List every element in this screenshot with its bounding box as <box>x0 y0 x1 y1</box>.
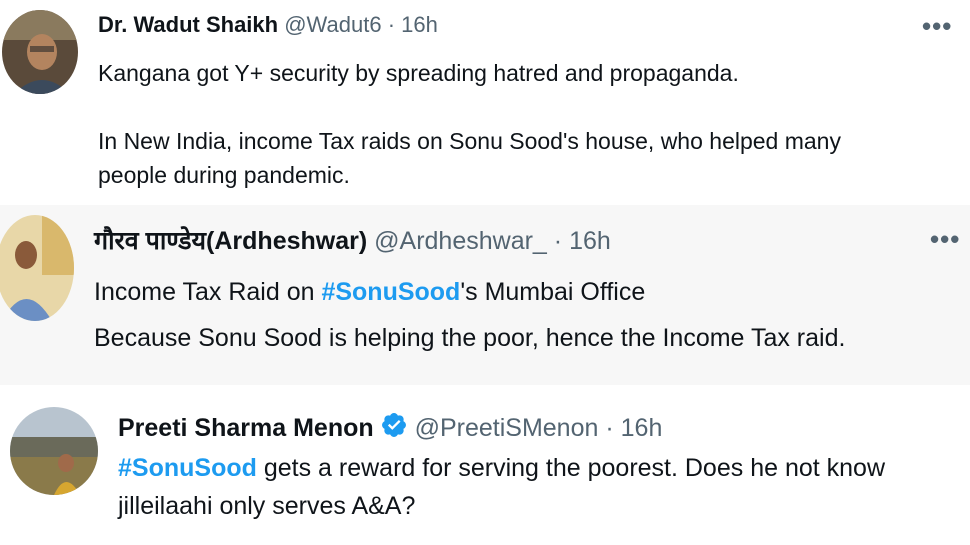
tweet-ardheshwar[interactable]: गौरव पाण्डेय(Ardheshwar) @Ardheshwar_ · … <box>0 205 970 385</box>
separator-dot: · <box>605 414 614 442</box>
avatar[interactable] <box>10 407 98 495</box>
tweet-wadut-shaikh[interactable]: Dr. Wadut Shaikh @Wadut6 · 16h ••• Kanga… <box>0 0 970 205</box>
avatar[interactable] <box>2 10 78 94</box>
tweet-line: Because Sonu Sood is helping the poor, h… <box>94 324 846 352</box>
tweet-line: In New India, income Tax raids on Sonu S… <box>98 128 841 154</box>
tweet-header: गौरव पाण्डेय(Ardheshwar) @Ardheshwar_ · … <box>94 223 611 257</box>
verified-badge-icon <box>380 411 408 446</box>
separator-dot: · <box>553 227 563 255</box>
author-handle[interactable]: @PreetiSMenon <box>415 414 599 442</box>
author-name[interactable]: गौरव पाण्डेय(Ardheshwar) <box>94 227 367 255</box>
tweet-line: #SonuSood gets a reward for serving the … <box>118 449 885 487</box>
timestamp[interactable]: 16h <box>621 414 663 442</box>
tweet-text: #SonuSood gets a reward for serving the … <box>118 449 885 525</box>
hashtag-link[interactable]: #SonuSood <box>118 454 257 482</box>
tweet-preeti-sharma-menon[interactable]: Preeti Sharma Menon @PreetiSMenon · 16h … <box>0 385 970 545</box>
more-options-icon[interactable]: ••• <box>922 13 952 39</box>
tweet-line: people during pandemic. <box>98 162 350 188</box>
text-segment: 's Mumbai Office <box>460 278 646 306</box>
tweet-line: jilleilaahi only serves A&A? <box>118 492 416 520</box>
timestamp[interactable]: 16h <box>569 227 611 255</box>
avatar[interactable] <box>0 215 74 321</box>
tweet-line: Income Tax Raid on #SonuSood's Mumbai Of… <box>94 269 845 315</box>
author-name[interactable]: Preeti Sharma Menon <box>118 414 374 442</box>
hashtag-link[interactable]: #SonuSood <box>321 278 460 306</box>
author-name[interactable]: Dr. Wadut Shaikh <box>98 12 278 37</box>
tweet-header: Preeti Sharma Menon @PreetiSMenon · 16h <box>118 411 662 446</box>
tweet-line: Kangana got Y+ security by spreading hat… <box>98 60 739 86</box>
timestamp[interactable]: 16h <box>401 12 438 37</box>
separator-dot: · <box>387 12 396 37</box>
tweet-text: Income Tax Raid on #SonuSood's Mumbai Of… <box>94 269 845 361</box>
tweet-header: Dr. Wadut Shaikh @Wadut6 · 16h <box>98 12 438 38</box>
text-segment: gets a reward for serving the poorest. D… <box>256 454 886 482</box>
text-segment: Income Tax Raid on <box>94 278 322 306</box>
more-options-icon[interactable]: ••• <box>930 226 960 252</box>
tweet-text: Kangana got Y+ security by spreading hat… <box>98 56 841 192</box>
author-handle[interactable]: @Wadut6 <box>284 12 381 37</box>
author-handle[interactable]: @Ardheshwar_ <box>374 227 547 255</box>
